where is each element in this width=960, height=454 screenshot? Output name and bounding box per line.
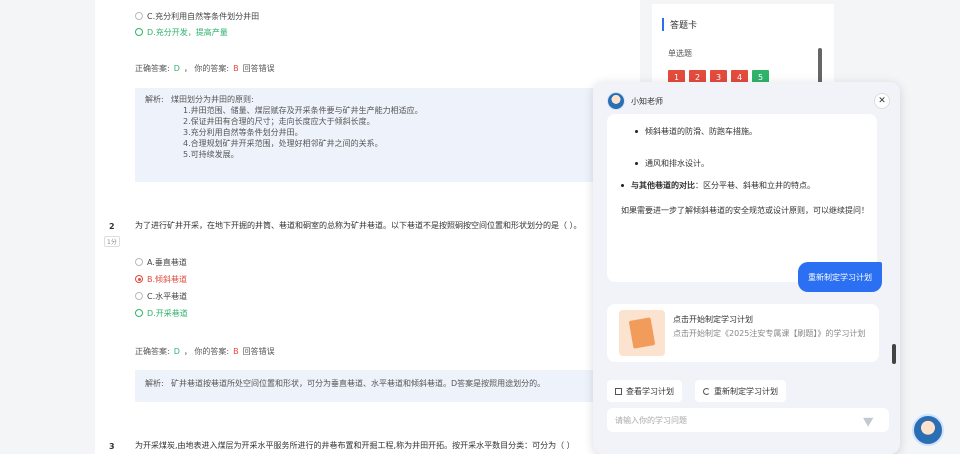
correct-answer-label: 正确答案:: [135, 347, 170, 356]
assistant-chat-panel: 小知老师 ✕ 倾斜巷道的防滑、防跑车措施。 通风和排水设计。 与其他巷道的对比：…: [593, 82, 900, 454]
option-label: C.水平巷道: [147, 291, 188, 301]
question-panel: C.充分利用自然等条件划分井田 D.充分开发，提高产量 正确答案: D， 你的答案…: [95, 0, 640, 454]
radio-selected-icon[interactable]: [135, 275, 143, 283]
list-item-bold: 与其他巷道的对比: [631, 181, 695, 190]
question-score-badge: 1分: [104, 236, 120, 247]
assistant-launcher-avatar[interactable]: [912, 414, 944, 446]
bullet-icon: [635, 130, 638, 133]
option-label: C.充分利用自然等条件划分井田: [147, 11, 260, 21]
analysis-line: 煤田划分为井田的原则:: [171, 95, 254, 104]
option-label: D.开采巷道: [147, 308, 188, 318]
assistant-avatar: [607, 92, 625, 110]
option-label: A.垂直巷道: [147, 257, 187, 267]
assistant-message: 倾斜巷道的防滑、防跑车措施。 通风和排水设计。 与其他巷道的对比：区分平巷、斜巷…: [607, 114, 877, 282]
button-label: 重新制定学习计划: [714, 386, 778, 396]
analysis-line: 1.井田范围、储量、煤层赋存及开采条件要与矿井生产能力相适应。: [183, 106, 423, 115]
q1-analysis: 解析: 煤田划分为井田的原则: 1.井田范围、储量、煤层赋存及开采条件要与矿井生…: [135, 88, 639, 182]
plan-description: 点击开始制定《2025注安专属课【刷题】》的学习计划: [673, 329, 866, 338]
option-label: D.充分开发，提高产量: [147, 27, 228, 37]
analysis-line: 2.保证井田有合理的尺寸；走向长度应大于倾斜长度。: [183, 117, 375, 126]
analysis-label: 解析:: [145, 95, 164, 104]
q2-analysis: 解析: 矿井巷道按巷道所处空间位置和形状，可分为垂直巷道、水平巷道和倾斜巷道。D答…: [135, 370, 639, 402]
radio-icon[interactable]: [135, 309, 143, 317]
radio-icon[interactable]: [135, 28, 143, 36]
message-paragraph: 如果需要进一步了解倾斜巷道的安全规范或设计原则，可以继续提问！: [621, 206, 869, 215]
list-item: 与其他巷道的对比：区分平巷、斜巷和立井的特点。: [621, 180, 815, 191]
plan-title: 点击开始制定学习计划: [673, 315, 753, 324]
plan-thumbnail: [619, 310, 665, 356]
correct-answer: D: [173, 347, 180, 356]
radio-icon[interactable]: [135, 292, 143, 300]
analysis-body: 煤田划分为井田的原则: 1.井田范围、储量、煤层赋存及开采条件要与矿井生产能力相…: [171, 94, 423, 160]
answer-card-title: 答题卡: [662, 18, 697, 31]
list-item: 通风和排水设计。: [635, 158, 709, 169]
analysis-body: 矿井巷道按巷道所处空间位置和形状，可分为垂直巷道、水平巷道和倾斜巷道。D答案是按…: [171, 379, 546, 388]
answer-result: 回答错误: [242, 64, 275, 73]
replan-button[interactable]: 重新制定学习计划: [695, 380, 786, 402]
bullet-icon: [621, 184, 624, 187]
answer-card-section: 单选题: [668, 49, 692, 58]
question-text: 为了进行矿井开采，在地下开掘的井筒、巷道和硐室的总称为矿井巷道。以下巷道不是按照…: [135, 221, 582, 230]
close-button[interactable]: ✕: [874, 93, 890, 109]
analysis-line: 5.可持续发展。: [183, 150, 239, 159]
q1-option-c[interactable]: C.充分利用自然等条件划分井田: [135, 10, 259, 22]
button-label: 查看学习计划: [626, 386, 674, 396]
q2-answer-line: 正确答案: D， 你的答案: B 回答错误: [135, 346, 275, 357]
your-answer: B: [233, 347, 239, 356]
question-text: 为开采煤炭,由地表进入煤层为开采水平服务所进行的井巷布置和开掘工程,称为井田开拓…: [135, 441, 575, 450]
list-item-text: 倾斜巷道的防滑、防跑车措施。: [645, 127, 757, 136]
correct-answer: D: [173, 64, 180, 73]
user-message: 重新制定学习计划: [798, 262, 882, 292]
close-icon: ✕: [878, 96, 886, 106]
q1-answer-line: 正确答案: D， 你的答案: B 回答错误: [135, 63, 275, 74]
q2-option-d[interactable]: D.开采巷道: [135, 307, 188, 319]
radio-icon[interactable]: [135, 12, 143, 20]
analysis-line: 4.合理规划矿井开采范围，处理好相邻矿井之间的关系。: [183, 139, 383, 148]
list-item: 倾斜巷道的防滑、防跑车措施。: [635, 126, 757, 137]
chat-scrollbar[interactable]: [892, 344, 896, 364]
q2-option-a[interactable]: A.垂直巷道: [135, 256, 187, 268]
your-answer: B: [233, 64, 239, 73]
question-number: 2: [109, 222, 115, 231]
question-number: 3: [109, 442, 115, 451]
answer-result: 回答错误: [242, 347, 275, 356]
analysis-line: 3.充分利用自然等条件划分井田。: [183, 128, 303, 137]
list-item-text: ：区分平巷、斜巷和立井的特点。: [695, 181, 815, 190]
q2-option-c[interactable]: C.水平巷道: [135, 290, 187, 302]
your-answer-label: ， 你的答案:: [183, 64, 230, 73]
assistant-name: 小知老师: [631, 96, 663, 106]
bullet-icon: [635, 162, 638, 165]
your-answer-label: ， 你的答案:: [183, 347, 230, 356]
q2-option-b[interactable]: B.倾斜巷道: [135, 273, 187, 285]
chat-input[interactable]: [607, 408, 889, 432]
analysis-label: 解析:: [145, 379, 164, 388]
option-label: B.倾斜巷道: [147, 274, 188, 284]
refresh-icon: [703, 387, 710, 395]
q1-option-d[interactable]: D.充分开发，提高产量: [135, 26, 228, 38]
correct-answer-label: 正确答案:: [135, 64, 170, 73]
radio-icon[interactable]: [135, 258, 143, 266]
list-item-text: 通风和排水设计。: [645, 159, 709, 168]
view-plan-button[interactable]: 查看学习计划: [607, 380, 682, 402]
plan-card[interactable]: 点击开始制定学习计划 点击开始制定《2025注安专属课【刷题】》的学习计划: [607, 304, 879, 362]
calendar-icon: [615, 387, 622, 395]
